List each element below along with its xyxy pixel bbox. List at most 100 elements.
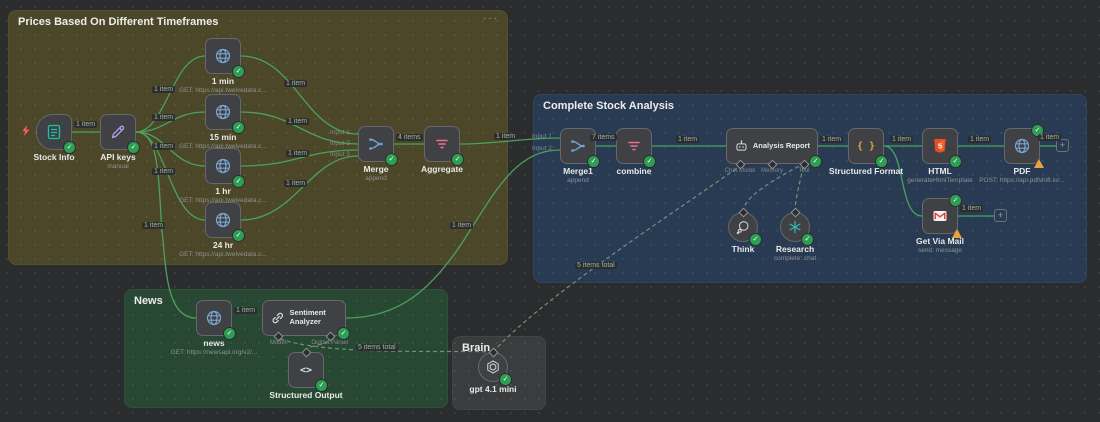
node-subtitle: append — [365, 175, 387, 182]
node-news[interactable]: ✓ news GET: https://newsapi.org/v2/... — [171, 300, 257, 356]
group-options-icon[interactable]: ··· — [483, 13, 499, 24]
html5-icon — [934, 139, 946, 153]
node-sentiment-analyzer[interactable]: Sentiment Analyzer ✓ — [262, 300, 350, 340]
success-check-icon: ✓ — [875, 155, 888, 168]
group-prices-title: Prices Based On Different Timeframes — [18, 16, 219, 28]
success-check-icon: ✓ — [499, 373, 512, 386]
node-label: Structured Format — [828, 166, 904, 176]
node-api-keys[interactable]: ✓ API keys manual — [100, 114, 140, 170]
success-check-icon: ✓ — [385, 153, 398, 166]
node-label: HTML — [928, 166, 952, 176]
connection-items-label: 4 items — [396, 134, 423, 141]
node-get-via-mail[interactable]: ✓ Get Via Mail send: message — [916, 194, 964, 254]
aggregate-icon — [628, 141, 640, 151]
success-check-icon: ✓ — [801, 233, 814, 246]
success-check-icon: ✓ — [315, 379, 328, 392]
connection-items-label: 5 items total — [575, 262, 617, 269]
globe-icon — [1014, 138, 1030, 154]
success-check-icon: ✓ — [232, 121, 245, 134]
success-check-icon: ✓ — [232, 65, 245, 78]
node-aggregate[interactable]: ✓ Aggregate — [421, 126, 464, 174]
connection-items-label: 7 items — [590, 134, 617, 141]
connection-items-label: 1 item — [968, 136, 992, 143]
node-24hr[interactable]: ✓ 24 hr GET: https://api.twelvedata.c... — [179, 202, 267, 258]
node-label: 24 hr — [212, 240, 234, 250]
success-check-icon: ✓ — [643, 155, 656, 168]
node-15min[interactable]: ✓ 15 min GET: https://api.twelvedata.c..… — [179, 94, 267, 150]
robot-icon — [736, 139, 747, 151]
braces-icon: { } — [856, 140, 876, 152]
output-parser-label: Output Parser — [311, 340, 349, 346]
connection-items-label: 1 item — [152, 114, 176, 121]
merge1-input1-label: Input 1 — [532, 133, 552, 140]
node-subtitle: POST: https://api.pdfshift.io/... — [979, 177, 1065, 184]
group-analysis-title: Complete Stock Analysis — [543, 100, 675, 112]
node-label: gpt 4.1 mini — [469, 384, 517, 394]
gmail-icon — [932, 210, 948, 222]
node-subtitle: manual — [107, 163, 129, 170]
connection-items-label: 1 item — [494, 133, 518, 140]
connection-items-label: 1 item — [142, 222, 166, 229]
add-node-button[interactable]: + — [994, 209, 1007, 222]
connection-items-label: 5 items total — [356, 344, 398, 351]
connection-items-label: 1 item — [152, 86, 176, 93]
thought-bubble-icon — [736, 221, 749, 235]
node-subtitle: complete: chat — [773, 255, 817, 262]
success-check-icon: ✓ — [451, 153, 464, 166]
merge-icon — [368, 137, 384, 151]
chat-model-label: Chat Model — [724, 168, 756, 174]
node-merge[interactable]: ✓ Merge append — [358, 126, 398, 182]
merge1-input2-label: Input 2 — [532, 145, 552, 152]
node-label: 1 min — [211, 76, 235, 86]
connection-items-label: 1 item — [890, 136, 914, 143]
node-subtitle: append — [567, 177, 589, 184]
node-label: PDF — [1013, 166, 1031, 176]
link-icon — [272, 312, 284, 324]
memory-label: Memory — [761, 168, 783, 174]
node-label: news — [203, 338, 225, 348]
aggregate-icon — [436, 139, 448, 149]
success-check-icon: ✓ — [949, 155, 962, 168]
node-subtitle: GET: https://newsapi.org/v2/... — [170, 349, 258, 356]
merge-input3-label: Input 3 — [330, 151, 350, 158]
connection-items-label: 1 item — [284, 80, 308, 87]
connection-items-label: 1 item — [74, 121, 98, 128]
connection-items-label: 1 item — [450, 222, 474, 229]
research-star-icon — [789, 220, 801, 234]
node-1min[interactable]: ✓ 1 min GET: https://api.twelvedata.c... — [179, 38, 267, 94]
node-stock-info[interactable]: ✓ Stock Info — [33, 114, 76, 162]
warning-triangle-icon — [952, 229, 962, 238]
connection-items-label: 1 item — [676, 136, 700, 143]
workflow-canvas[interactable]: Prices Based On Different Timeframes ···… — [0, 0, 1100, 422]
globe-icon — [215, 104, 231, 120]
success-check-icon: ✓ — [749, 233, 762, 246]
node-label: 1 hr — [215, 186, 231, 196]
connection-items-label: 1 item — [1038, 134, 1062, 141]
node-structured-format[interactable]: { } ✓ Structured Format — [829, 128, 903, 176]
merge-input1-label: Input 1 — [330, 129, 350, 136]
code-brackets-icon: <> — [299, 364, 313, 376]
model-label: Model — [269, 340, 287, 346]
node-pdf[interactable]: ✓ PDF POST: https://api.pdfshift.io/... — [979, 124, 1065, 184]
success-check-icon: ✓ — [223, 327, 236, 340]
node-label: Merge — [363, 164, 389, 174]
trigger-bolt-icon — [22, 125, 30, 136]
globe-icon — [215, 48, 231, 64]
globe-icon — [206, 310, 222, 326]
node-1hr[interactable]: ✓ 1 hr GET: https://api.twelvedata.c... — [179, 148, 267, 204]
node-label: 15 min — [209, 132, 237, 142]
pencil-icon — [111, 125, 125, 139]
merge-input2-label: Input 2 — [330, 140, 350, 147]
node-subtitle: GET: https://api.twelvedata.c... — [179, 251, 267, 258]
node-inner-label: Sentiment Analyzer — [289, 308, 326, 326]
success-check-icon: ✓ — [809, 155, 822, 168]
success-check-icon: ✓ — [337, 327, 350, 340]
node-combine[interactable]: ✓ combine — [616, 128, 656, 176]
success-check-icon: ✓ — [232, 229, 245, 242]
node-label: Think — [731, 244, 755, 254]
form-icon — [47, 124, 61, 140]
success-check-icon: ✓ — [63, 141, 76, 154]
globe-icon — [215, 158, 231, 174]
success-check-icon: ✓ — [587, 155, 600, 168]
node-html[interactable]: ✓ HTML generateHtmlTemplate — [907, 128, 973, 184]
